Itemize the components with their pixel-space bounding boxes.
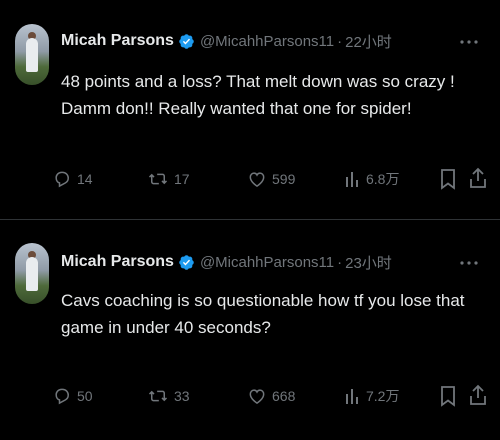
- repost-button[interactable]: 33: [147, 386, 190, 406]
- heart-icon: [249, 389, 265, 404]
- share-icon: [470, 167, 486, 188]
- views-count: 6.8万: [366, 171, 400, 187]
- author-name[interactable]: Micah Parsons: [61, 253, 174, 271]
- repost-button[interactable]: 17: [147, 169, 190, 189]
- avatar[interactable]: [15, 24, 49, 85]
- reply-button[interactable]: 14: [52, 169, 93, 189]
- like-button[interactable]: 668: [247, 386, 295, 406]
- bookmark-icon: [441, 386, 455, 407]
- share-button[interactable]: [469, 167, 487, 189]
- like-count: 599: [272, 171, 296, 187]
- separator-dot: ·: [337, 32, 343, 50]
- like-button[interactable]: 599: [247, 169, 295, 189]
- views-chart-icon: [346, 389, 358, 404]
- share-button[interactable]: [469, 384, 487, 406]
- more-horizontal-icon[interactable]: [460, 40, 478, 44]
- views-chart-icon: [346, 172, 358, 187]
- bookmark-button[interactable]: [440, 385, 456, 407]
- repost-count: 17: [174, 171, 190, 187]
- bookmark-icon: [441, 169, 455, 190]
- views-count: 7.2万: [366, 388, 400, 404]
- separator-dot: ·: [337, 253, 343, 271]
- views-button[interactable]: 6.8万: [345, 169, 399, 189]
- tweet-card[interactable]: Micah Parsons @MicahhParsons11 · 22小时 48…: [0, 0, 500, 220]
- tweet-header: Micah Parsons @MicahhParsons11 · 23小时: [61, 251, 392, 273]
- avatar-figure: [26, 257, 38, 291]
- timestamp[interactable]: 23小时: [345, 252, 392, 273]
- more-horizontal-icon[interactable]: [460, 261, 478, 265]
- author-handle[interactable]: @MicahhParsons11: [200, 254, 334, 271]
- author-handle[interactable]: @MicahhParsons11: [200, 33, 334, 50]
- avatar-figure: [26, 38, 38, 72]
- reply-button[interactable]: 50: [52, 386, 93, 406]
- verified-badge-icon: [179, 33, 194, 49]
- repost-icon: [148, 390, 168, 402]
- heart-icon: [249, 172, 265, 187]
- views-button[interactable]: 7.2万: [345, 386, 399, 406]
- reply-count: 50: [77, 388, 93, 404]
- reply-icon: [55, 171, 70, 188]
- author-name[interactable]: Micah Parsons: [61, 32, 174, 50]
- avatar[interactable]: [15, 243, 49, 304]
- tweet-text: 48 points and a loss? That melt down was…: [61, 72, 455, 118]
- tweet-header: Micah Parsons @MicahhParsons11 · 22小时: [61, 30, 392, 52]
- tweet-text: Cavs coaching is so questionable how tf …: [61, 291, 465, 337]
- tweet-card[interactable]: Micah Parsons @MicahhParsons11 · 23小时 Ca…: [0, 221, 500, 440]
- reply-count: 14: [77, 171, 93, 187]
- repost-icon: [148, 173, 168, 185]
- reply-icon: [55, 388, 70, 405]
- bookmark-button[interactable]: [440, 168, 456, 190]
- repost-count: 33: [174, 388, 190, 404]
- verified-badge-icon: [179, 254, 194, 270]
- like-count: 668: [272, 388, 296, 404]
- share-icon: [470, 384, 486, 405]
- timestamp[interactable]: 22小时: [345, 31, 392, 52]
